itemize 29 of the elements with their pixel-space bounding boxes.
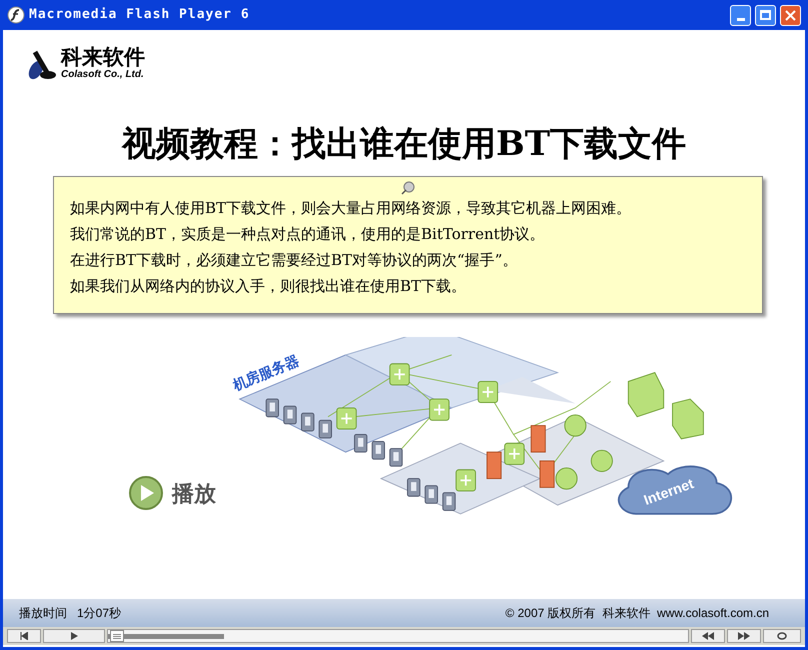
note-text: 如果我们从网络内的协议入手，则很找出谁在使用BT下载。	[70, 276, 468, 297]
duration-value: 1分07秒	[77, 605, 122, 622]
lesson-title: 视频教程：找出谁在使用BT下载文件	[120, 123, 688, 166]
company-name: 科来软件	[61, 46, 145, 68]
play-icon	[70, 632, 78, 640]
play-icon	[128, 475, 164, 511]
skip-back-icon	[20, 632, 28, 640]
minimize-button[interactable]	[730, 4, 751, 26]
options-button[interactable]	[763, 629, 801, 643]
rewind-icon	[702, 632, 714, 640]
copyright-text: © 2007 版权所有 科来软件 www.colasoft.com.cn	[505, 605, 769, 622]
note-text: 我们常说的BT，实质是一种点对点的通讯，使用的是BitTorrent协议。	[70, 224, 546, 245]
rewind-button[interactable]	[691, 629, 725, 643]
play-control-button[interactable]	[43, 629, 105, 643]
flash-logo-icon	[7, 6, 25, 24]
fast-forward-button[interactable]	[727, 629, 761, 643]
company-subtitle: Colasoft Co., Ltd.	[61, 70, 145, 80]
note-text: 如果内网中有人使用BT下载文件，则会大量占用网络资源，导致其它机器上网困难。	[70, 198, 632, 219]
first-frame-button[interactable]	[7, 629, 41, 643]
window-title: Macromedia Flash Player 6	[29, 6, 250, 24]
close-button[interactable]	[780, 4, 801, 26]
progress-thumb[interactable]	[110, 630, 124, 642]
play-button[interactable]: 播放	[128, 475, 216, 511]
maximize-button[interactable]	[755, 4, 776, 26]
fast-forward-icon	[738, 632, 750, 640]
close-icon	[785, 10, 796, 20]
note-text: 在进行BT下载时，必须建立它需要经过BT对等协议的两次“握手”。	[70, 250, 518, 271]
zone-label: 机房服务器	[230, 352, 302, 394]
duration-label: 播放时间	[19, 605, 67, 622]
